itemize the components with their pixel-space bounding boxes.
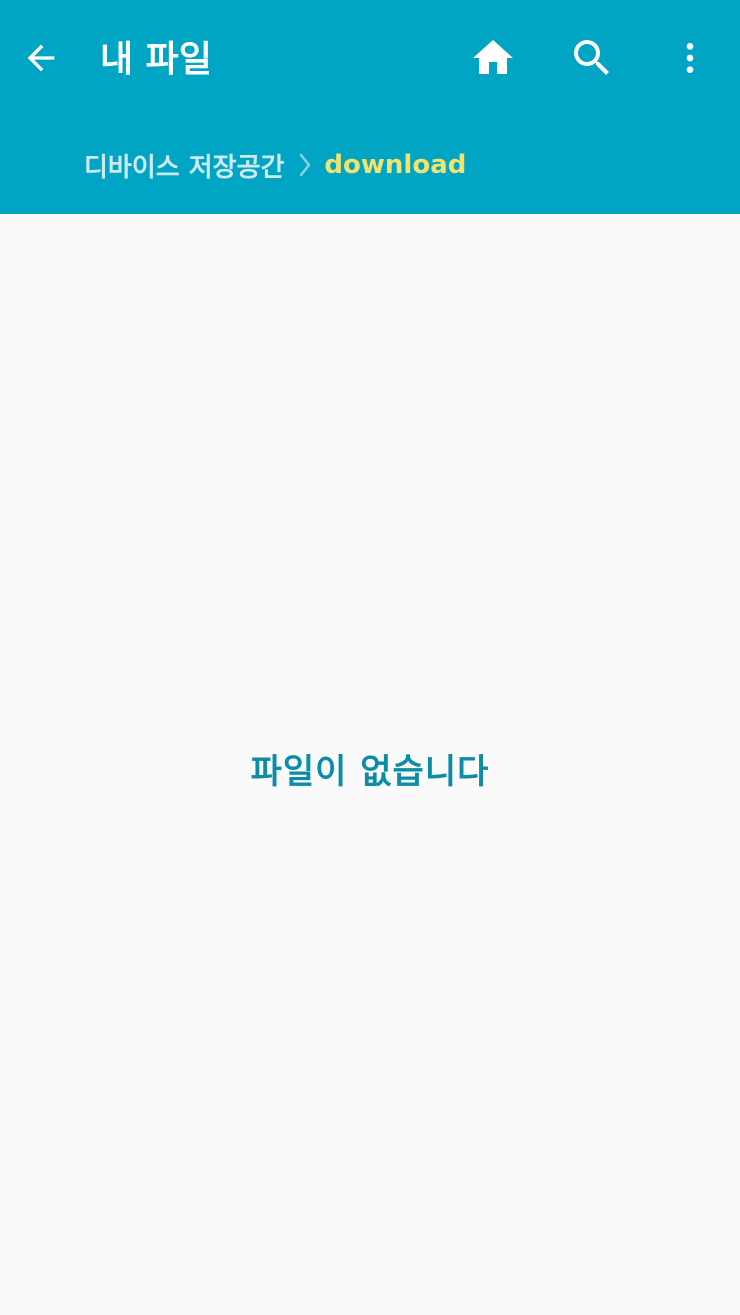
- more-options-button[interactable]: [652, 20, 728, 96]
- breadcrumb-item-device-storage[interactable]: 디바이스 저장공간: [84, 147, 284, 184]
- app-bar: 내 파일 디바이스 저장공간 download: [0, 0, 740, 214]
- file-list-area: 파일이 없습니다: [0, 214, 740, 1315]
- more-vertical-icon: [686, 43, 694, 73]
- toolbar: 내 파일: [0, 0, 740, 116]
- home-icon: [473, 40, 513, 74]
- empty-state-message: 파일이 없습니다: [250, 752, 490, 792]
- back-button[interactable]: [3, 20, 79, 96]
- breadcrumb: 디바이스 저장공간 download: [84, 142, 466, 188]
- search-icon: [574, 40, 609, 75]
- my-files-screen: 내 파일 디바이스 저장공간 download 파일이 없습니다: [0, 0, 740, 1315]
- chevron-right-icon: [298, 152, 312, 178]
- home-button[interactable]: [455, 20, 531, 96]
- page-title: 내 파일: [100, 39, 212, 80]
- breadcrumb-item-current[interactable]: download: [324, 150, 466, 180]
- search-button[interactable]: [554, 20, 630, 96]
- arrow-back-icon: [27, 44, 55, 72]
